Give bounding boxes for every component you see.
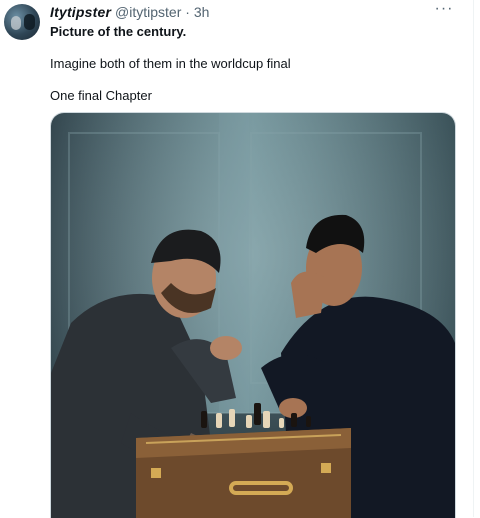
- tweet-text-line-2: Imagine both of them in the worldcup fin…: [50, 56, 291, 71]
- tweet-text-line-1: Picture of the century.: [50, 24, 187, 39]
- tweet-header: Itytipster @itytipster · 3h: [50, 3, 440, 21]
- user-handle[interactable]: @itytipster: [115, 4, 181, 20]
- photo-chess-players-icon: [51, 113, 455, 518]
- tweet[interactable]: Itytipster @itytipster · 3h ··· Picture …: [0, 0, 480, 518]
- avatar-figure-right: [24, 14, 35, 30]
- avatar[interactable]: [4, 4, 40, 40]
- separator-dot: ·: [185, 4, 190, 20]
- timestamp[interactable]: 3h: [194, 4, 210, 20]
- display-name[interactable]: Itytipster: [50, 4, 111, 20]
- more-options-icon[interactable]: ···: [432, 1, 456, 20]
- tweet-media-photo[interactable]: [50, 112, 456, 518]
- tweet-text-line-3: One final Chapter: [50, 88, 152, 103]
- avatar-figure-left: [11, 16, 21, 30]
- column-divider: [473, 0, 474, 517]
